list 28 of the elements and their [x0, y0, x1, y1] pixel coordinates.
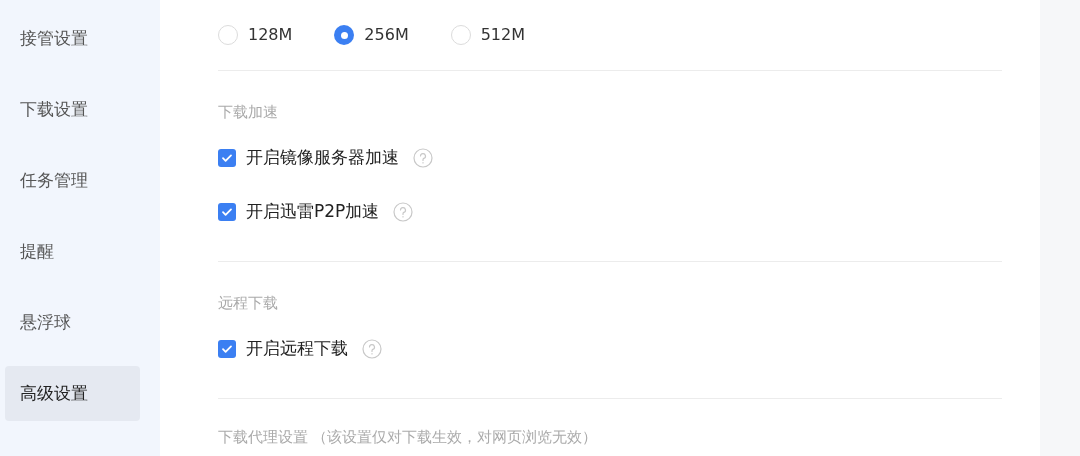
checkbox-label: 开启迅雷P2P加速: [246, 200, 380, 224]
help-icon[interactable]: [413, 148, 433, 168]
sidebar-item[interactable]: 提醒: [5, 224, 140, 279]
radio-label: 256M: [364, 24, 409, 46]
radio-button[interactable]: [450, 25, 471, 45]
section-title: 下载代理设置: [218, 426, 308, 448]
checkbox[interactable]: [218, 203, 236, 221]
help-icon[interactable]: [393, 202, 414, 222]
checkmark-icon: [221, 152, 233, 164]
radio-label: 512M: [480, 24, 526, 46]
section-note: （该设置仅对下载生效，对网页浏览无效）: [312, 426, 597, 448]
radio-button[interactable]: [218, 25, 238, 45]
help-icon[interactable]: [362, 339, 382, 359]
sidebar-item[interactable]: 高级设置: [5, 366, 140, 421]
sidebar-item[interactable]: 下载设置: [5, 82, 140, 137]
checkbox-label: 开启远程下载: [246, 337, 348, 361]
section-title: 远程下载: [218, 294, 279, 312]
checkbox-label: 开启镜像服务器加速: [246, 146, 399, 170]
checkmark-icon: [221, 206, 233, 218]
checkbox[interactable]: [218, 149, 236, 167]
radio-label: 128M: [248, 24, 293, 46]
checkbox[interactable]: [218, 340, 236, 358]
checkmark-icon: [221, 343, 233, 355]
sidebar-item[interactable]: 任务管理: [5, 153, 140, 208]
sidebar-item[interactable]: 接管设置: [5, 11, 140, 66]
sidebar-item[interactable]: 悬浮球: [5, 295, 140, 350]
section-title: 下载加速: [218, 103, 279, 121]
radio-button[interactable]: [334, 25, 355, 45]
